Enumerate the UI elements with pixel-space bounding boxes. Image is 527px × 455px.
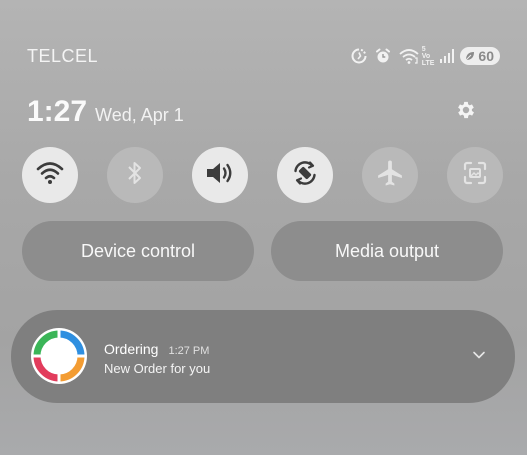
network-lte-label: LTE — [421, 59, 435, 67]
notification-card[interactable]: Ordering 1:27 PM New Order for you — [11, 310, 515, 403]
device-control-button[interactable]: Device control — [22, 221, 254, 281]
wifi-icon — [36, 161, 64, 190]
quick-settings-row — [22, 147, 503, 203]
network-5g-label: 5 — [421, 45, 426, 53]
screenshot-toggle[interactable] — [447, 147, 503, 203]
media-output-button[interactable]: Media output — [271, 221, 503, 281]
network-vo-label: Vo — [421, 52, 431, 60]
status-bar: TELCEL 5 Vo LTE 60 — [27, 44, 500, 68]
alarm-icon — [374, 47, 392, 65]
screenshot-icon — [461, 159, 489, 192]
signal-icon — [440, 49, 455, 63]
airplane-mode-icon — [375, 158, 405, 193]
notification-content: Ordering 1:27 PM New Order for you — [104, 341, 210, 376]
airplane-mode-toggle[interactable] — [362, 147, 418, 203]
settings-button[interactable] — [453, 99, 479, 125]
auto-rotate-icon — [291, 159, 319, 192]
media-output-label: Media output — [334, 240, 440, 261]
battery-level: 60 — [478, 48, 494, 64]
notification-header: Ordering 1:27 PM — [104, 341, 210, 357]
sound-icon — [205, 160, 235, 191]
notification-time: 1:27 PM — [168, 345, 210, 357]
gear-icon — [455, 99, 477, 126]
device-control-label: Device control — [80, 240, 196, 261]
network-type: 5 Vo LTE — [422, 46, 435, 67]
notification-title: Ordering — [104, 341, 159, 357]
carrier-name: TELCEL — [27, 45, 99, 66]
clock-time[interactable]: 1:27 — [27, 95, 87, 129]
battery-indicator: 60 — [460, 47, 500, 65]
panel-header: 1:27 Wed, Apr 1 — [27, 92, 479, 132]
status-icons: 5 Vo LTE 60 — [350, 46, 500, 67]
notification-body: New Order for you — [104, 361, 211, 376]
bluetooth-icon — [125, 160, 145, 191]
battery-saver-icon — [464, 50, 476, 62]
sound-toggle[interactable] — [192, 147, 248, 203]
auto-rotate-toggle[interactable] — [277, 147, 333, 203]
data-saver-icon — [350, 47, 368, 65]
expand-notification-button[interactable] — [471, 348, 487, 364]
ordering-app-icon — [31, 328, 87, 384]
clock-date[interactable]: Wed, Apr 1 — [95, 105, 184, 126]
wifi-toggle[interactable] — [22, 147, 78, 203]
time-date[interactable]: 1:27 Wed, Apr 1 — [27, 95, 184, 129]
chevron-down-icon — [472, 347, 486, 365]
wifi-calling-icon — [398, 47, 420, 65]
bluetooth-toggle[interactable] — [107, 147, 163, 203]
